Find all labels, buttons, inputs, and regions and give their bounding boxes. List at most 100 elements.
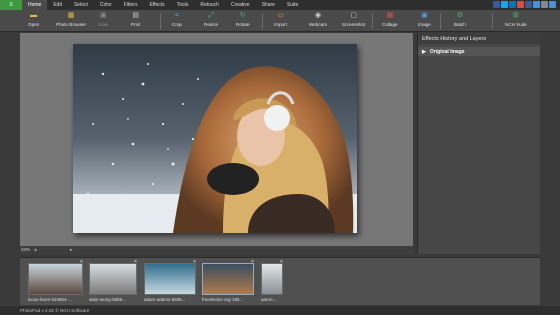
- zoom-bar: 33% ◂ ▸: [20, 246, 413, 254]
- close-thumbnail-icon[interactable]: ×: [280, 259, 283, 265]
- import-icon: ▭: [277, 12, 284, 19]
- tool-label: Photo Browser: [56, 22, 87, 27]
- open-button[interactable]: ▬ Open: [28, 11, 39, 31]
- tool-label: Webcam: [309, 22, 328, 27]
- tool-label: Rotate: [236, 22, 250, 27]
- toolbar-separator: [160, 13, 161, 29]
- tool-label: Collage: [382, 22, 398, 27]
- menu-share[interactable]: Share: [256, 0, 281, 10]
- status-text: PhotoPad v 4.02 © NCH Software: [20, 308, 90, 313]
- nch-suite-icon: ⊞: [512, 12, 519, 19]
- social-icon[interactable]: [549, 1, 556, 8]
- filmstrip-thumbnail[interactable]: [261, 263, 283, 295]
- tool-label: Image: [418, 22, 431, 27]
- menu-retouch[interactable]: Retouch: [194, 0, 225, 10]
- close-thumbnail-icon[interactable]: ×: [80, 259, 83, 265]
- menu-edit[interactable]: Edit: [47, 0, 68, 10]
- toolbar: ▬ Open ▦ Photo Browser ▣ Save ▤ Print ⌗ Crop ⤢ Resi…: [0, 10, 560, 32]
- zoom-level[interactable]: 33%: [21, 247, 30, 252]
- thumbnail-label: freestocks-org-188...: [202, 297, 244, 302]
- history-item-label: Original Image: [429, 49, 465, 55]
- filmstrip-thumbnail[interactable]: [28, 263, 83, 295]
- thumbnail-label: adam-adams-5595...: [144, 297, 186, 302]
- social-icon[interactable]: [525, 1, 532, 8]
- menu-select[interactable]: Select: [68, 0, 94, 10]
- photo-content: [73, 44, 357, 233]
- menu-bar: ≡ Home Edit Select Color Filters Effects Tools…: [0, 0, 560, 10]
- social-icon[interactable]: [541, 1, 548, 8]
- tool-label: Open: [28, 22, 40, 27]
- filmstrip-thumbnail[interactable]: [144, 263, 196, 295]
- toolbar-separator: [440, 13, 441, 29]
- batch-button[interactable]: ⚙ Batch: [454, 11, 466, 31]
- toolbar-separator: [492, 13, 493, 29]
- save-icon: ▣: [99, 12, 107, 19]
- photo-browser-button[interactable]: ▦ Photo Browser: [56, 11, 86, 31]
- webcam-icon: ◉: [314, 12, 322, 19]
- collage-icon: ▦: [386, 12, 394, 19]
- panel-title: Effects History and Layers: [418, 33, 540, 44]
- filmstrip: × lucas-favre-534604-... × alain-wong-5985.…: [20, 257, 540, 305]
- social-icon[interactable]: [533, 1, 540, 8]
- photo-browser-icon: ▦: [67, 12, 75, 19]
- thumbnail-label: alain-wong-5985...: [89, 297, 127, 302]
- image-canvas[interactable]: [20, 33, 413, 246]
- menu-color[interactable]: Color: [94, 0, 118, 10]
- tool-label: Screenshot: [342, 22, 366, 27]
- nch-suite-button[interactable]: ⊞ NCH Suite: [505, 11, 527, 31]
- screenshot-button[interactable]: ▢ Screenshot: [342, 11, 365, 31]
- tool-label: Batch: [454, 22, 466, 27]
- toolbar-separator: [372, 13, 373, 29]
- folder-icon: ▬: [30, 12, 38, 19]
- crop-button[interactable]: ⌗ Crop: [172, 11, 182, 31]
- tool-label: NCH Suite: [505, 22, 527, 27]
- social-icon[interactable]: [493, 1, 500, 8]
- collage-button[interactable]: ▦ Collage: [382, 11, 398, 31]
- menu-suite[interactable]: Suite: [281, 0, 304, 10]
- menu-home[interactable]: Home: [22, 0, 48, 10]
- menu-effects[interactable]: Effects: [143, 0, 170, 10]
- panel-scrollbar[interactable]: [542, 33, 550, 254]
- image-button[interactable]: ▣ Image: [418, 11, 431, 31]
- social-icon[interactable]: [509, 1, 516, 8]
- close-thumbnail-icon[interactable]: ×: [134, 259, 137, 265]
- import-button[interactable]: ▭ Import: [274, 11, 287, 31]
- status-bar: PhotoPad v 4.02 © NCH Software: [0, 306, 560, 315]
- resize-button[interactable]: ⤢ Resize: [204, 11, 218, 31]
- tool-label: Import: [274, 22, 288, 27]
- menu-tools[interactable]: Tools: [171, 0, 195, 10]
- effects-history-panel: Effects History and Layers ▶ Original Ima…: [417, 33, 540, 254]
- expand-arrow-icon[interactable]: ▶: [422, 49, 426, 55]
- resize-icon: ⤢: [208, 12, 214, 19]
- filmstrip-thumbnail[interactable]: [202, 263, 254, 295]
- webcam-button[interactable]: ◉ Webcam: [309, 11, 327, 31]
- print-icon: ▤: [132, 12, 140, 19]
- social-icon[interactable]: [501, 1, 508, 8]
- app-menu-button[interactable]: ≡: [0, 0, 22, 10]
- close-thumbnail-icon[interactable]: ×: [193, 259, 196, 265]
- tool-label: Save: [98, 22, 109, 27]
- thumbnail-label: aaron-...: [261, 297, 278, 302]
- print-button[interactable]: ▤ Print: [131, 11, 140, 31]
- scroll-left-icon[interactable]: ◂: [34, 247, 36, 253]
- filmstrip-thumbnail[interactable]: [89, 263, 137, 295]
- crop-icon: ⌗: [175, 12, 179, 19]
- tool-label: Resize: [204, 22, 219, 27]
- social-share-icons: [493, 1, 556, 8]
- edited-photo[interactable]: [73, 44, 357, 233]
- menu-filters[interactable]: Filters: [118, 0, 144, 10]
- menu-creative[interactable]: Creative: [225, 0, 256, 10]
- rotate-button[interactable]: ↻ Rotate: [236, 11, 250, 31]
- social-icon[interactable]: [517, 1, 524, 8]
- tool-label: Crop: [172, 22, 182, 27]
- history-item-original[interactable]: ▶ Original Image: [418, 47, 540, 56]
- image-icon: ▣: [421, 12, 428, 19]
- save-button[interactable]: ▣ Save: [98, 11, 108, 31]
- screenshot-icon: ▢: [350, 12, 357, 19]
- rotate-icon: ↻: [239, 12, 246, 19]
- toolbar-separator: [262, 13, 263, 29]
- close-thumbnail-icon[interactable]: ×: [251, 259, 254, 265]
- scroll-right-icon[interactable]: ▸: [70, 247, 72, 253]
- batch-icon: ⚙: [456, 12, 464, 19]
- tool-label: Print: [131, 22, 141, 27]
